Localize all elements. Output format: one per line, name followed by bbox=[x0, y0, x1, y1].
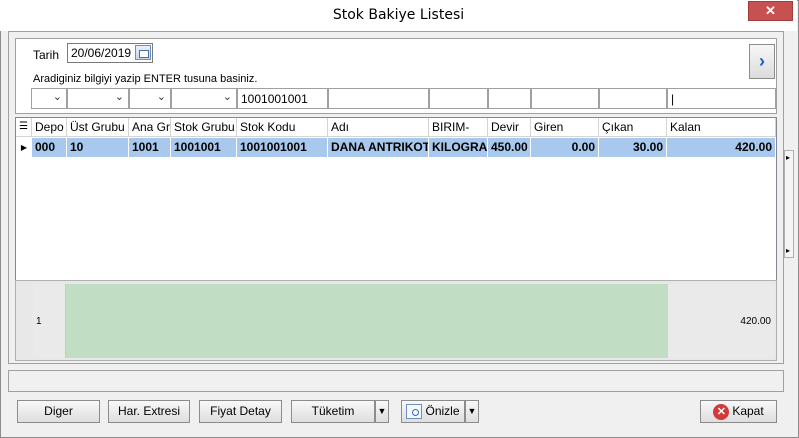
column-header-birim[interactable]: BIRIM- bbox=[429, 118, 488, 137]
table-cell[interactable]: 1001 bbox=[129, 138, 171, 157]
kapat-label: Kapat bbox=[732, 404, 764, 418]
table-cell[interactable]: DANA ANTRIKOT bbox=[328, 138, 429, 157]
table-cell[interactable]: 000 bbox=[32, 138, 67, 157]
filter-adi-input[interactable] bbox=[328, 88, 429, 109]
table-cell[interactable]: 420.00 bbox=[667, 138, 776, 157]
filter-birim-input[interactable] bbox=[429, 88, 488, 109]
chevron-down-icon: ⌄ bbox=[114, 91, 124, 103]
table-cell[interactable]: 10 bbox=[67, 138, 129, 157]
tarih-label: Tarih bbox=[33, 48, 60, 62]
chevron-down-icon: ⌄ bbox=[52, 91, 62, 103]
table-cell[interactable]: KILOGRAI bbox=[429, 138, 488, 157]
table-cell[interactable]: 30.00 bbox=[599, 138, 667, 157]
column-header-stok-kodu[interactable]: Stok Kodu bbox=[237, 118, 328, 137]
column-header-devir[interactable]: Devir bbox=[488, 118, 531, 137]
status-bar bbox=[8, 370, 784, 392]
chevron-down-icon: ⌄ bbox=[156, 91, 166, 103]
filter-giren-input[interactable] bbox=[531, 88, 599, 109]
column-header-stok-grubu[interactable]: Stok Grubu bbox=[171, 118, 237, 137]
next-arrow-button[interactable]: › bbox=[749, 44, 775, 79]
title-bar: Stok Bakiye Listesi ✕ bbox=[0, 0, 797, 31]
kapat-button[interactable]: ✕ Kapat bbox=[700, 400, 777, 423]
table-cell[interactable]: 1001001001 bbox=[237, 138, 328, 157]
onizle-button[interactable]: Önizle bbox=[401, 400, 465, 423]
current-row-indicator-icon: ▶ bbox=[20, 143, 28, 152]
chevron-down-icon: ⌄ bbox=[222, 91, 232, 103]
column-header-ust-grubu[interactable]: Üst Grubu bbox=[67, 118, 129, 137]
window-close-button[interactable]: ✕ bbox=[748, 1, 793, 21]
window-title: Stok Bakiye Listesi bbox=[332, 7, 465, 23]
har-extresi-button[interactable]: Har. Extresi bbox=[108, 400, 190, 423]
column-header-giren[interactable]: Giren bbox=[531, 118, 599, 137]
filter-kalan-input[interactable]: | bbox=[667, 88, 776, 109]
table-cell[interactable]: 0.00 bbox=[531, 138, 599, 157]
side-scroller[interactable]: ▸ ▸ bbox=[784, 150, 794, 258]
tuketim-button[interactable]: Tüketim bbox=[291, 400, 375, 423]
footer-kalan-total: 420.00 bbox=[668, 284, 774, 358]
filter-ust-grubu-select[interactable]: ⌄ bbox=[67, 88, 129, 109]
onizle-label: Önizle bbox=[425, 404, 460, 418]
column-header-depo[interactable]: Depo bbox=[32, 118, 67, 137]
filter-devir-input[interactable] bbox=[488, 88, 531, 109]
tuketim-dropdown-arrow-icon[interactable]: ▼ bbox=[375, 400, 389, 423]
column-header-ana-grup[interactable]: Ana Gr bbox=[129, 118, 171, 137]
chevron-right-icon[interactable]: ▸ bbox=[786, 153, 790, 162]
diger-button[interactable]: Diger bbox=[17, 400, 100, 423]
column-header-adi[interactable]: Adı bbox=[328, 118, 429, 137]
grid-menu-icon[interactable]: ☰ bbox=[16, 118, 32, 137]
filter-cikan-input[interactable] bbox=[599, 88, 667, 109]
table-cell[interactable]: 1001001 bbox=[171, 138, 237, 157]
calendar-icon[interactable] bbox=[135, 45, 151, 60]
onizle-dropdown-arrow-icon[interactable]: ▼ bbox=[465, 400, 479, 423]
filter-stok-grubu-select[interactable]: ⌄ bbox=[171, 88, 237, 109]
fiyat-detay-button[interactable]: Fiyat Detay bbox=[199, 400, 282, 423]
preview-icon bbox=[406, 404, 423, 420]
filter-stok-kodu-input[interactable]: 1001001001 bbox=[237, 88, 328, 109]
footer-row-count: 1 bbox=[33, 284, 66, 358]
footer-summary-band bbox=[66, 284, 668, 358]
table-cell[interactable]: 450.00 bbox=[488, 138, 531, 157]
chevron-right-icon[interactable]: ▸ bbox=[786, 246, 790, 255]
search-hint: Aradiginiz bilgiyi yazip ENTER tusuna ba… bbox=[33, 73, 258, 85]
column-header-kalan[interactable]: Kalan bbox=[667, 118, 776, 137]
close-icon: ✕ bbox=[713, 403, 730, 420]
filter-depo-select[interactable]: ⌄ bbox=[31, 88, 67, 109]
column-header-cikan[interactable]: Çıkan bbox=[599, 118, 667, 137]
filter-ana-grup-select[interactable]: ⌄ bbox=[129, 88, 171, 109]
